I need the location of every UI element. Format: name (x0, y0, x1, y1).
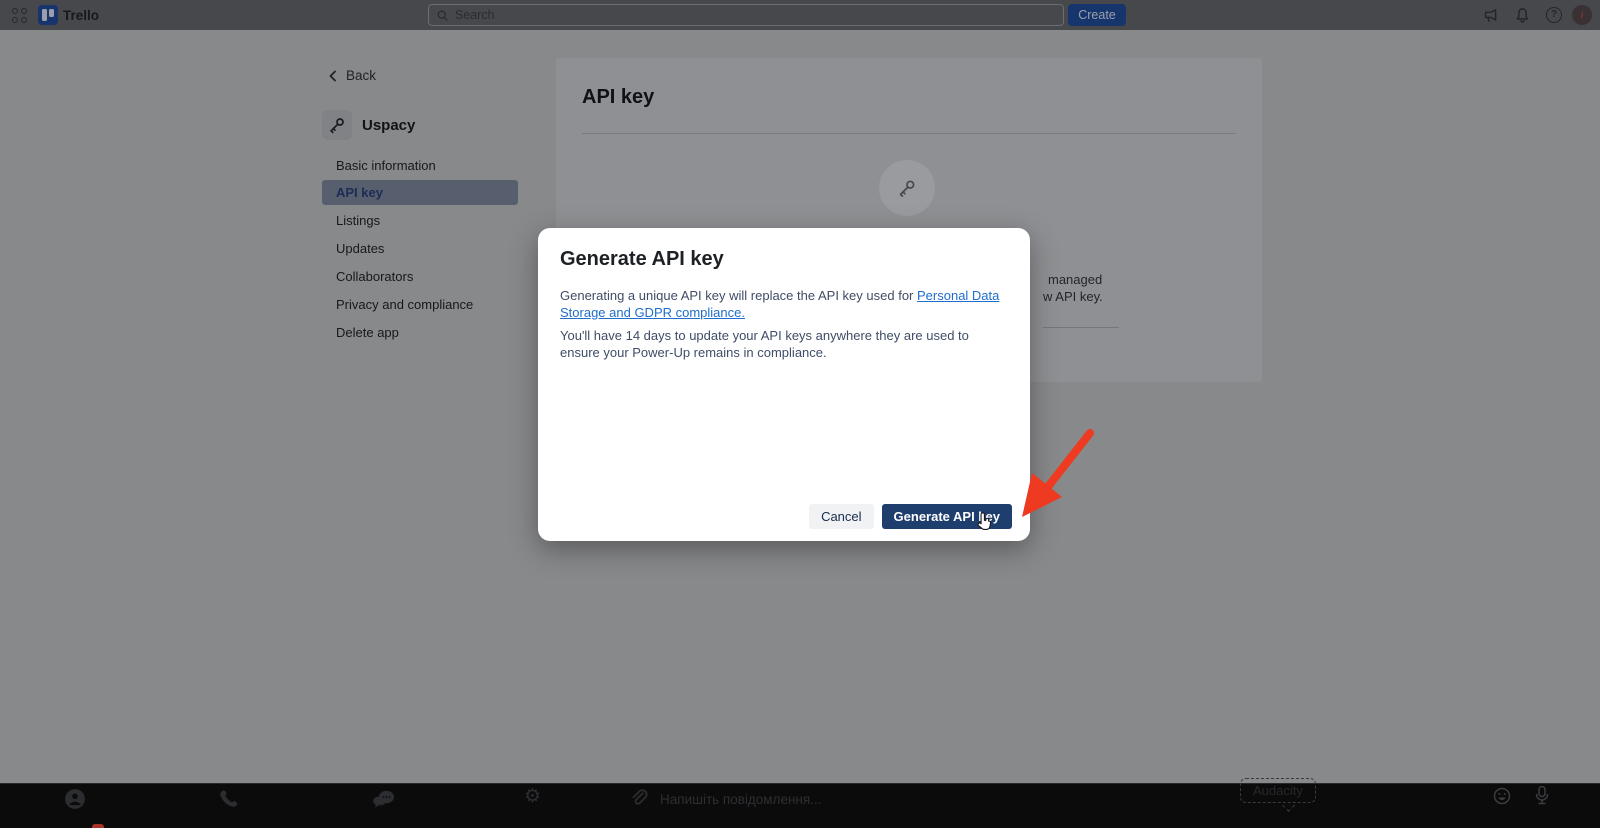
generate-api-key-button[interactable]: Generate API key (882, 504, 1012, 529)
generate-api-key-modal: Generate API key Generating a unique API… (538, 228, 1030, 541)
modal-body-paragraph: Generating a unique API key will replace… (560, 288, 1012, 321)
modal-title: Generate API key (560, 248, 724, 271)
cancel-button[interactable]: Cancel (809, 504, 873, 529)
modal-button-row: Cancel Generate API key (809, 504, 1012, 529)
modal-body-paragraph: You'll have 14 days to update your API k… (560, 328, 1012, 361)
screen: Trello Create ? i Back (0, 0, 1600, 828)
modal-body-text: Generating a unique API key will replace… (560, 288, 917, 303)
